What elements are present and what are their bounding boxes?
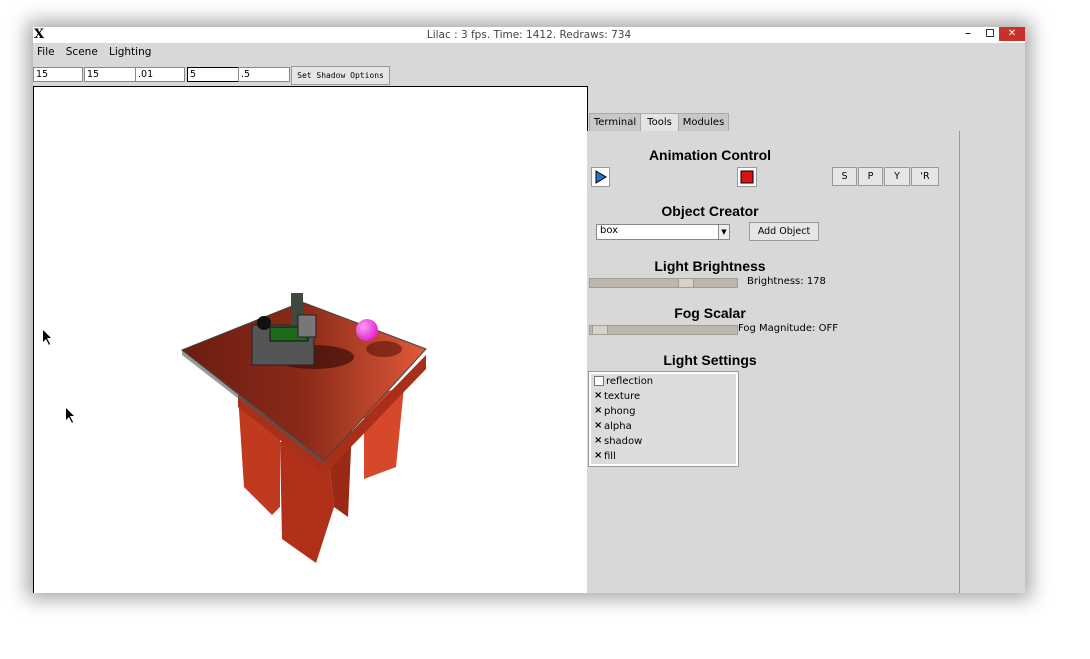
render-viewport[interactable] <box>33 86 588 593</box>
maximize-icon[interactable] <box>986 29 994 37</box>
scene-render <box>43 293 427 563</box>
dark-object <box>257 316 271 330</box>
object-creator-title: Object Creator <box>661 203 759 219</box>
shadow-field-3[interactable] <box>135 67 185 82</box>
brightness-slider-thumb[interactable] <box>678 278 694 288</box>
option-texture[interactable]: × texture <box>594 391 640 405</box>
stop-icon <box>740 170 754 184</box>
close-icon[interactable]: ✕ <box>999 27 1025 41</box>
checkbox-phong[interactable]: × <box>594 406 602 416</box>
fog-slider[interactable] <box>589 325 738 335</box>
checkbox-alpha[interactable]: × <box>594 421 602 431</box>
pink-sphere <box>356 319 378 341</box>
option-label: reflection <box>606 376 654 387</box>
brightness-label: Brightness: 178 <box>747 276 826 287</box>
shadow-field-2[interactable] <box>84 67 136 82</box>
option-label: texture <box>604 391 641 402</box>
menu-scene[interactable]: Scene <box>62 43 102 58</box>
option-phong[interactable]: × phong <box>594 406 636 420</box>
mouse-cursor <box>43 330 51 345</box>
chevron-down-icon[interactable]: ▼ <box>718 225 729 239</box>
y-button[interactable]: Y <box>884 167 910 186</box>
checkbox-texture[interactable]: × <box>594 391 602 401</box>
window-title: Lilac : 3 fps. Time: 1412. Redraws: 734 <box>426 29 632 41</box>
shadow-field-5[interactable] <box>238 67 290 82</box>
object-type-select[interactable]: box ▼ <box>596 224 730 240</box>
fog-scalar-title: Fog Scalar <box>674 305 746 321</box>
checkbox-fill[interactable]: × <box>594 451 602 461</box>
shadow-field-4[interactable] <box>187 67 239 82</box>
minimize-icon[interactable]: – <box>965 27 971 40</box>
option-shadow[interactable]: × shadow <box>594 436 642 450</box>
option-label: alpha <box>604 421 632 432</box>
tab-tools[interactable]: Tools <box>640 113 679 131</box>
sphere-shadow <box>366 341 402 357</box>
option-alpha[interactable]: × alpha <box>594 421 632 435</box>
animation-control-title: Animation Control <box>648 147 772 163</box>
brightness-slider[interactable] <box>589 278 738 288</box>
p-button[interactable]: P <box>858 167 883 186</box>
app-window: X Lilac : 3 fps. Time: 1412. Redraws: 73… <box>33 27 1025 593</box>
light-settings-list: reflection × texture × phong × alpha × shado… <box>588 371 739 467</box>
title-bar: X Lilac : 3 fps. Time: 1412. Redraws: 73… <box>33 27 1025 43</box>
checkbox-shadow[interactable]: × <box>594 436 602 446</box>
add-object-button[interactable]: Add Object <box>749 222 819 241</box>
stop-button[interactable] <box>737 167 757 187</box>
object-type-value: box <box>600 225 619 236</box>
shadow-field-1[interactable] <box>33 67 83 82</box>
fog-slider-thumb[interactable] <box>592 325 608 335</box>
menu-lighting[interactable]: Lighting <box>105 43 155 58</box>
gray-block <box>297 314 317 338</box>
option-label: fill <box>604 451 616 462</box>
r-button[interactable]: 'R <box>911 167 939 186</box>
menu-bar: File Scene Lighting <box>33 43 1025 63</box>
mouse-cursor-2 <box>66 408 74 423</box>
fog-magnitude-label: Fog Magnitude: OFF <box>738 323 838 334</box>
option-fill[interactable]: × fill <box>594 451 616 465</box>
checkbox-reflection[interactable] <box>594 376 604 386</box>
play-icon <box>595 170 607 184</box>
tab-terminal[interactable]: Terminal <box>589 113 641 131</box>
s-button[interactable]: S <box>832 167 857 186</box>
play-button[interactable] <box>591 167 610 187</box>
menu-file[interactable]: File <box>33 43 59 58</box>
light-settings-title: Light Settings <box>663 352 757 368</box>
light-brightness-title: Light Brightness <box>654 258 766 274</box>
tab-modules[interactable]: Modules <box>678 113 729 131</box>
option-reflection[interactable]: reflection <box>594 376 653 390</box>
set-shadow-options-button[interactable]: Set Shadow Options <box>291 66 390 85</box>
option-label: phong <box>604 406 636 417</box>
option-label: shadow <box>604 436 643 447</box>
